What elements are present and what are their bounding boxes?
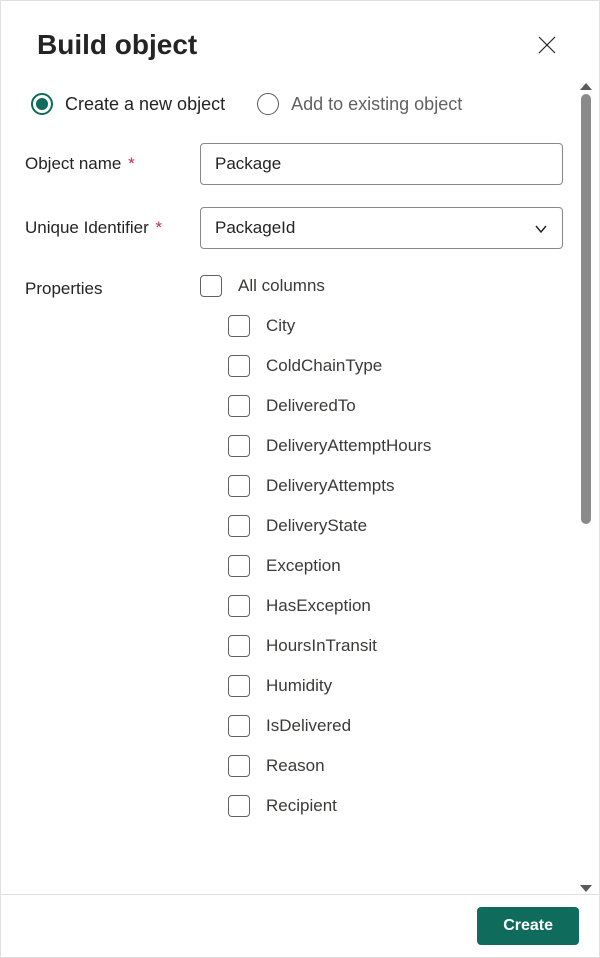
- properties-label: Properties: [25, 271, 200, 817]
- property-checkbox[interactable]: [228, 555, 250, 577]
- property-item: IsDelivered: [228, 715, 563, 737]
- property-item: HasException: [228, 595, 563, 617]
- property-checkbox[interactable]: [228, 795, 250, 817]
- property-item: DeliveryAttemptHours: [228, 435, 563, 457]
- all-columns-checkbox[interactable]: [200, 275, 222, 297]
- property-item: DeliveredTo: [228, 395, 563, 417]
- select-value: PackageId: [215, 218, 295, 238]
- property-item: Reason: [228, 755, 563, 777]
- dialog-title: Build object: [37, 29, 197, 61]
- property-checkbox[interactable]: [228, 475, 250, 497]
- property-item: Exception: [228, 555, 563, 577]
- properties-list: All columns City ColdChainType DeliveredTo…: [200, 271, 563, 817]
- scrollbar-track[interactable]: [581, 94, 591, 881]
- required-marker: *: [123, 154, 134, 173]
- property-label: HoursInTransit: [266, 636, 377, 656]
- property-item: City: [228, 315, 563, 337]
- unique-identifier-select[interactable]: PackageId: [200, 207, 563, 249]
- close-icon: [538, 36, 556, 54]
- dialog-body: Create a new object Add to existing obje…: [1, 81, 599, 894]
- required-marker: *: [151, 218, 162, 237]
- radio-label: Create a new object: [65, 94, 225, 115]
- property-checkbox[interactable]: [228, 435, 250, 457]
- property-item: ColdChainType: [228, 355, 563, 377]
- dialog-footer: Create: [1, 894, 599, 957]
- object-name-label: Object name *: [25, 154, 200, 174]
- property-checkbox[interactable]: [228, 395, 250, 417]
- radio-icon: [257, 93, 279, 115]
- property-label: Humidity: [266, 676, 332, 696]
- scrollbar-thumb[interactable]: [581, 94, 591, 524]
- property-item: HoursInTransit: [228, 635, 563, 657]
- property-label: Reason: [266, 756, 325, 776]
- dialog-header: Build object: [1, 1, 599, 81]
- property-label: DeliveryAttemptHours: [266, 436, 431, 456]
- mode-radio-group: Create a new object Add to existing obje…: [31, 93, 563, 115]
- property-checkbox[interactable]: [228, 315, 250, 337]
- property-label: IsDelivered: [266, 716, 351, 736]
- radio-icon: [31, 93, 53, 115]
- scrollbar[interactable]: [577, 81, 595, 894]
- property-item: DeliveryState: [228, 515, 563, 537]
- property-label: DeliveredTo: [266, 396, 356, 416]
- property-item: Recipient: [228, 795, 563, 817]
- property-checkbox[interactable]: [228, 515, 250, 537]
- unique-identifier-label: Unique Identifier *: [25, 218, 200, 238]
- property-label: ColdChainType: [266, 356, 382, 376]
- property-label: Exception: [266, 556, 341, 576]
- property-item: DeliveryAttempts: [228, 475, 563, 497]
- radio-label: Add to existing object: [291, 94, 462, 115]
- label-text: Unique Identifier: [25, 218, 149, 237]
- property-label: Recipient: [266, 796, 337, 816]
- property-item: Humidity: [228, 675, 563, 697]
- object-name-row: Object name *: [25, 143, 563, 185]
- radio-add-existing[interactable]: Add to existing object: [257, 93, 462, 115]
- property-checkbox[interactable]: [228, 355, 250, 377]
- all-columns-item: All columns: [200, 275, 563, 297]
- property-checkbox[interactable]: [228, 715, 250, 737]
- label-text: Object name: [25, 154, 121, 173]
- property-label: City: [266, 316, 295, 336]
- property-label: DeliveryState: [266, 516, 367, 536]
- properties-row: Properties All columns City ColdChainType…: [25, 271, 563, 817]
- build-object-dialog: Build object Create a new object Add to …: [0, 0, 600, 958]
- property-checkbox[interactable]: [228, 675, 250, 697]
- scroll-down-icon[interactable]: [580, 885, 592, 892]
- close-button[interactable]: [531, 29, 563, 61]
- property-checkbox[interactable]: [228, 755, 250, 777]
- scroll-up-icon[interactable]: [580, 83, 592, 90]
- chevron-down-icon: [534, 221, 548, 235]
- scroll-region[interactable]: Create a new object Add to existing obje…: [1, 81, 575, 894]
- object-name-input[interactable]: [200, 143, 563, 185]
- unique-identifier-row: Unique Identifier * PackageId: [25, 207, 563, 249]
- create-button[interactable]: Create: [477, 907, 579, 945]
- property-checkbox[interactable]: [228, 635, 250, 657]
- all-columns-label: All columns: [238, 276, 325, 296]
- property-checkbox[interactable]: [228, 595, 250, 617]
- property-label: DeliveryAttempts: [266, 476, 394, 496]
- radio-create-new[interactable]: Create a new object: [31, 93, 225, 115]
- property-label: HasException: [266, 596, 371, 616]
